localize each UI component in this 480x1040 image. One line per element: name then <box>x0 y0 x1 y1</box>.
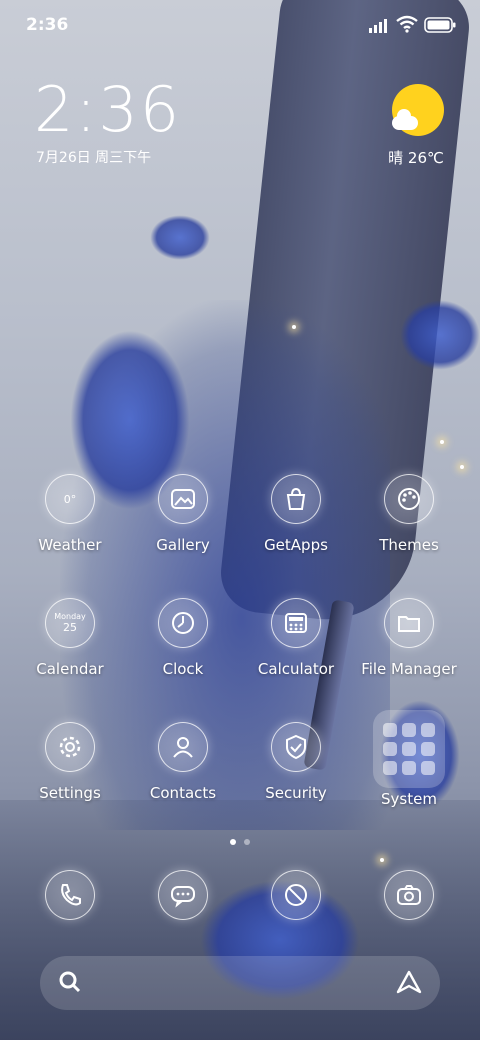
phone-icon <box>45 870 95 920</box>
wifi-icon <box>396 15 418 33</box>
app-label: Contacts <box>149 784 217 802</box>
page-dot[interactable] <box>244 839 250 845</box>
app-calculator[interactable]: Calculator <box>240 598 352 678</box>
app-gallery[interactable]: Gallery <box>127 474 239 554</box>
app-security[interactable]: Security <box>240 722 352 802</box>
folder-icon <box>384 598 434 648</box>
app-label: GetApps <box>264 536 328 554</box>
status-bar: 2:36 <box>0 0 480 50</box>
app-getapps[interactable]: GetApps <box>240 474 352 554</box>
app-label: Weather <box>38 536 102 554</box>
app-label: Calculator <box>257 660 335 678</box>
browser-icon <box>271 870 321 920</box>
app-label: Gallery <box>156 536 210 554</box>
app-label: Settings <box>39 784 101 802</box>
gear-icon <box>45 722 95 772</box>
app-system-folder[interactable]: System <box>353 710 465 808</box>
clock-widget-time[interactable]: 2:36 <box>34 78 181 142</box>
shield-check-icon <box>271 722 321 772</box>
app-label: File Manager <box>361 660 457 678</box>
app-contacts[interactable]: Contacts <box>127 722 239 802</box>
camera-icon <box>384 870 434 920</box>
dock-messages[interactable] <box>127 870 239 920</box>
calendar-weekday: Monday <box>54 611 86 621</box>
weather-temp: 0° <box>63 492 77 506</box>
app-label: System <box>381 790 437 808</box>
message-icon <box>158 870 208 920</box>
getapps-bag-icon <box>271 474 321 524</box>
calendar-icon: Monday 25 <box>45 598 95 648</box>
clock-icon <box>158 598 208 648</box>
dock-camera[interactable] <box>353 870 465 920</box>
clock-widget-date: 7月26日 周三下午 <box>36 150 152 166</box>
dock-browser[interactable] <box>240 870 352 920</box>
butterfly-decor <box>400 300 480 370</box>
dock-phone[interactable] <box>14 870 126 920</box>
search-icon[interactable] <box>58 970 82 994</box>
calendar-day: 25 <box>63 620 77 634</box>
search-bar[interactable] <box>40 956 440 1010</box>
assistant-icon[interactable] <box>396 969 422 995</box>
page-dot-active[interactable] <box>230 839 236 845</box>
app-calendar[interactable]: Monday 25 Calendar <box>14 598 126 678</box>
app-clock[interactable]: Clock <box>127 598 239 678</box>
sparkle-decor <box>380 858 384 862</box>
butterfly-decor <box>150 215 210 260</box>
contact-icon <box>158 722 208 772</box>
gallery-icon <box>158 474 208 524</box>
page-indicator[interactable] <box>0 830 480 849</box>
app-themes[interactable]: Themes <box>353 474 465 554</box>
sparkle-decor <box>440 440 444 444</box>
system-folder-icon <box>373 710 445 788</box>
app-weather[interactable]: 0° Weather <box>14 474 126 554</box>
calculator-icon <box>271 598 321 648</box>
app-label: Themes <box>379 536 439 554</box>
signal-icon <box>369 19 387 33</box>
app-label: Clock <box>162 660 204 678</box>
app-label: Security <box>265 784 327 802</box>
sparkle-decor <box>460 465 464 469</box>
sparkle-decor <box>292 325 296 329</box>
palette-icon <box>384 474 434 524</box>
battery-icon <box>424 17 456 33</box>
app-file-manager[interactable]: File Manager <box>353 598 465 678</box>
weather-icon: 0° <box>45 474 95 524</box>
app-label: Calendar <box>36 660 104 678</box>
app-settings[interactable]: Settings <box>14 722 126 802</box>
status-time: 2:36 <box>26 15 69 35</box>
cloud-icon <box>392 109 418 130</box>
weather-widget-text: 晴 26℃ <box>388 149 444 167</box>
